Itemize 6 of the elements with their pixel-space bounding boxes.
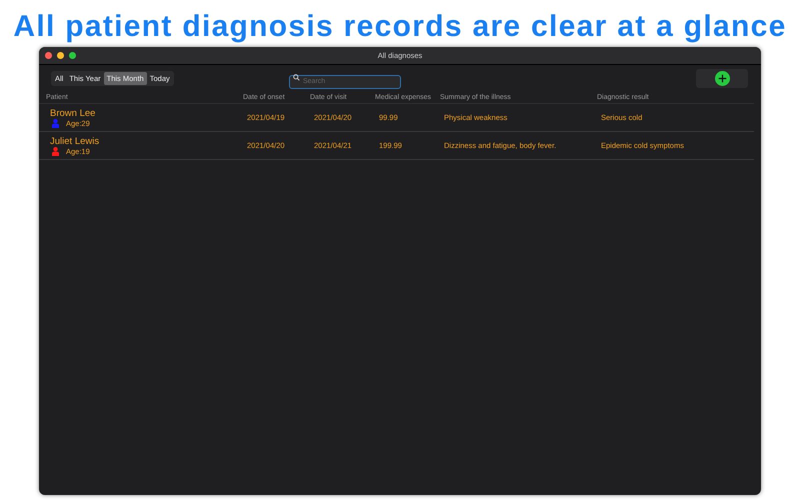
patient-name: Juliet Lewis <box>50 136 100 146</box>
headline: All patient diagnosis records are clear at a glance <box>13 10 787 44</box>
plus-icon <box>714 70 730 86</box>
add-button[interactable] <box>696 68 748 88</box>
search-icon <box>293 74 300 80</box>
patient-name: Brown Lee <box>50 108 96 118</box>
